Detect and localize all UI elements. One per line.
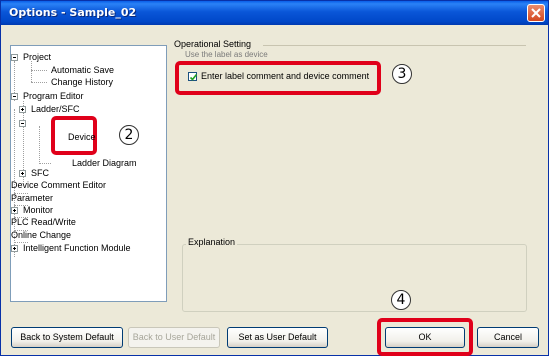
title-bar: Options - Sample_02 [1,1,548,25]
tree-item-change-history[interactable]: Change History [51,77,113,88]
explanation-box [182,244,527,312]
callout-2: 2 [119,125,139,145]
label-comment-checkbox[interactable] [188,72,198,81]
close-icon [531,8,541,18]
checkbox-label[interactable]: Enter label comment and device comment [201,71,369,81]
tree-item-ladder-diagram[interactable]: Ladder Diagram [72,158,137,169]
ok-button[interactable]: OK [385,327,465,348]
expand-icon[interactable] [19,106,26,113]
checkmark-icon [189,74,198,81]
cancel-button[interactable]: Cancel [477,327,539,348]
tree-item-automatic-save[interactable]: Automatic Save [51,65,114,76]
collapse-icon[interactable] [19,120,26,127]
collapse-icon[interactable] [11,54,18,61]
tree-item-device[interactable]: Device [68,132,96,143]
window-title: Options - Sample_02 [9,6,137,19]
callout-4: 4 [391,290,411,310]
partial-setting-row: Use the label as device [185,51,305,59]
options-dialog: Options - Sample_02 Project Automatic Sa… [0,0,549,356]
back-to-user-default-button[interactable]: Back to User Default [128,327,220,348]
operational-setting-label: Operational Setting [174,39,252,49]
expand-icon[interactable] [11,245,18,252]
collapse-icon[interactable] [11,93,18,100]
set-as-user-default-button[interactable]: Set as User Default [227,327,328,348]
expand-icon[interactable] [19,170,26,177]
callout-3: 3 [392,64,412,84]
partial-setting-text: Use the label as device [185,51,268,59]
close-button[interactable] [527,4,545,22]
options-tree[interactable]: Project Automatic Save Change History Pr… [10,45,167,302]
explanation-label: Explanation [186,237,238,247]
expand-icon[interactable] [11,207,18,214]
back-to-system-default-button[interactable]: Back to System Default [11,327,123,348]
group-divider [263,45,526,46]
